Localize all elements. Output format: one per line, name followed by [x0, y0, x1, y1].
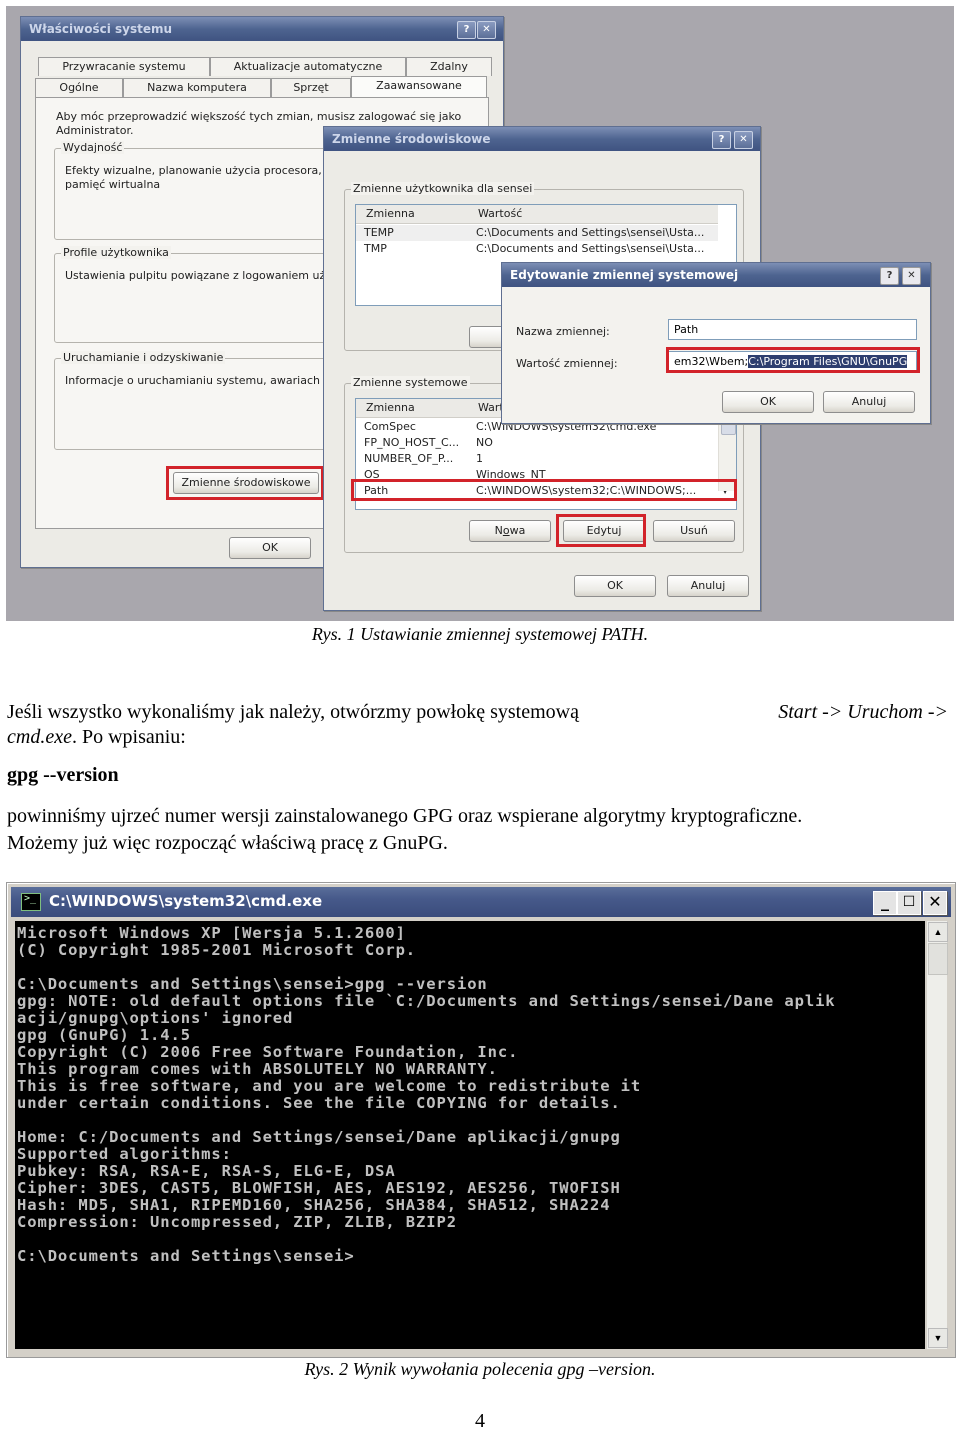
tab-hardware[interactable]: Sprzęt	[271, 78, 351, 97]
profiles-text: Ustawienia pulpitu powiązane z logowanie…	[65, 269, 337, 282]
tab-computer-name[interactable]: Nazwa komputera	[123, 78, 271, 97]
user-list-header: Zmienna Wartość	[356, 205, 718, 224]
paragraph-1-line1: Jeśli wszystko wykonaliśmy jak należy, o…	[7, 699, 579, 725]
figure-1-screenshot: Właściwości systemu ? ✕ Przywracanie sys…	[6, 6, 954, 621]
console-text: Microsoft Windows XP [Wersja 5.1.2600] (…	[17, 924, 836, 1265]
col-value[interactable]: Wart	[478, 401, 504, 414]
paragraph-1-right: Start -> Uruchom ->	[778, 699, 948, 725]
col-value[interactable]: Wartość	[478, 207, 522, 220]
variable-name: ComSpec	[364, 420, 416, 433]
tab-row-1: Przywracanie systemu Aktualizacje automa…	[38, 57, 492, 76]
admin-note-line2: Administrator.	[56, 124, 134, 137]
tab-automatic-updates[interactable]: Aktualizacje automatyczne	[210, 57, 406, 76]
variable-value-label: Wartość zmiennej:	[516, 357, 618, 370]
list-item[interactable]: TEMP C:\Documents and Settings\sensei\Us…	[356, 225, 718, 241]
col-variable[interactable]: Zmienna	[366, 401, 415, 414]
scroll-down-button[interactable]: ▼	[928, 1328, 948, 1348]
para1-text: Jeśli wszystko wykonaliśmy jak należy, o…	[7, 701, 579, 723]
para1-start-run: Start -> Uruchom ->	[778, 701, 948, 723]
variable-name-label: Nazwa zmiennej:	[516, 325, 610, 338]
highlight-edit-button	[556, 514, 646, 547]
close-button[interactable]: ✕	[734, 131, 753, 149]
tab-advanced[interactable]: Zaawansowane	[351, 76, 487, 97]
admin-note-line1: Aby móc przeprowadzić większość tych zmi…	[56, 110, 462, 123]
variable-name-input[interactable]: Path	[668, 319, 917, 340]
environment-variables-title: Zmienne środowiskowe	[332, 132, 491, 146]
paragraph-2-line1: powinniśmy ujrzeć numer wersji zainstalo…	[7, 805, 803, 827]
system-properties-ok-button[interactable]: OK	[229, 537, 311, 559]
user-variables-label: Zmienne użytkownika dla sensei	[351, 182, 535, 195]
cmd-titlebar[interactable]: C:\WINDOWS\system32\cmd.exe _ ☐ ✕	[11, 887, 951, 917]
command-text: gpg --version	[7, 764, 119, 786]
variable-name: NUMBER_OF_P...	[364, 452, 454, 465]
highlight-env-button	[166, 466, 324, 500]
delete-button[interactable]: Usuń	[653, 520, 735, 542]
edit-system-variable-dialog: Edytowanie zmiennej systemowej ? ✕ Nazwa…	[501, 262, 931, 424]
col-variable[interactable]: Zmienna	[366, 207, 415, 220]
para1-cmd-exe: cmd.exe	[7, 726, 72, 748]
system-properties-title: Właściwości systemu	[29, 22, 173, 36]
profiles-group-label: Profile użytkownika	[61, 246, 171, 259]
tab-row-2: Ogólne Nazwa komputera Sprzęt Zaawansowa…	[35, 76, 487, 97]
cmd-icon	[21, 893, 41, 911]
close-button[interactable]: ✕	[923, 891, 947, 915]
para1-after-cmd: . Po wpisaniu:	[71, 726, 186, 748]
variable-value: NO	[476, 436, 493, 449]
help-button[interactable]: ?	[457, 21, 476, 39]
scroll-up-button[interactable]: ▲	[928, 922, 948, 942]
console-output[interactable]: Microsoft Windows XP [Wersja 5.1.2600] (…	[15, 921, 925, 1349]
list-item[interactable]: FP_NO_HOST_C... NO	[356, 435, 718, 451]
console-scrollbar[interactable]: ▲ ▼	[927, 921, 948, 1349]
help-button[interactable]: ?	[880, 267, 899, 285]
tab-remote[interactable]: Zdalny	[406, 57, 492, 76]
system-properties-titlebar[interactable]: Właściwości systemu	[21, 17, 503, 41]
performance-text-line1: Efekty wizualne, planowanie użycia proce…	[65, 164, 335, 177]
list-item[interactable]: TMP C:\Documents and Settings\sensei\Ust…	[356, 241, 718, 257]
variable-name: FP_NO_HOST_C...	[364, 436, 460, 449]
system-variables-label: Zmienne systemowe	[351, 376, 470, 389]
env-ok-button[interactable]: OK	[574, 575, 656, 597]
figure-1-caption: Rys. 1 Ustawianie zmiennej systemowej PA…	[311, 624, 649, 644]
close-button[interactable]: ✕	[902, 267, 921, 285]
variable-value: C:\Documents and Settings\sensei\Usta...	[476, 226, 705, 239]
tab-system-restore[interactable]: Przywracanie systemu	[38, 57, 210, 76]
list-item[interactable]: NUMBER_OF_P... 1	[356, 451, 718, 467]
edit-cancel-button[interactable]: Anuluj	[823, 391, 915, 413]
startup-group-label: Uruchamianie i odzyskiwanie	[61, 351, 226, 364]
variable-value: C:\Documents and Settings\sensei\Usta...	[476, 242, 705, 255]
variable-name: TMP	[364, 242, 387, 255]
tab-general[interactable]: Ogólne	[35, 78, 123, 97]
maximize-button[interactable]: ☐	[897, 891, 921, 915]
startup-text: Informacje o uruchamianiu systemu, awari…	[65, 374, 336, 387]
figure-2-caption: Rys. 2 Wynik wywołania polecenia gpg –ve…	[304, 1359, 656, 1379]
highlight-value-field	[666, 347, 920, 373]
edit-variable-titlebar[interactable]: Edytowanie zmiennej systemowej	[502, 263, 930, 287]
minimize-button[interactable]: _	[873, 891, 897, 915]
paragraph-1-line2: cmd.exe. Po wpisaniu:	[7, 724, 186, 750]
edit-variable-title: Edytowanie zmiennej systemowej	[510, 268, 739, 282]
page-number: 4	[475, 1410, 485, 1432]
env-cancel-button[interactable]: Anuluj	[667, 575, 749, 597]
environment-variables-titlebar[interactable]: Zmienne środowiskowe	[324, 127, 760, 151]
performance-group-label: Wydajność	[61, 141, 125, 154]
performance-text-line2: pamięć wirtualna	[65, 178, 161, 191]
help-button[interactable]: ?	[712, 131, 731, 149]
edit-ok-button[interactable]: OK	[722, 391, 814, 413]
variable-value: 1	[476, 452, 483, 465]
new-button[interactable]: Nowa	[469, 520, 551, 542]
cmd-title: C:\WINDOWS\system32\cmd.exe	[49, 892, 323, 910]
paragraph-2-line2: Możemy już więc rozpocząć właściwą pracę…	[7, 832, 448, 854]
variable-name: TEMP	[364, 226, 394, 239]
highlight-path-row	[351, 479, 737, 501]
close-button[interactable]: ✕	[477, 21, 496, 39]
cmd-window: C:\WINDOWS\system32\cmd.exe _ ☐ ✕ Micros…	[6, 882, 956, 1358]
scrollbar-thumb[interactable]	[928, 943, 948, 975]
